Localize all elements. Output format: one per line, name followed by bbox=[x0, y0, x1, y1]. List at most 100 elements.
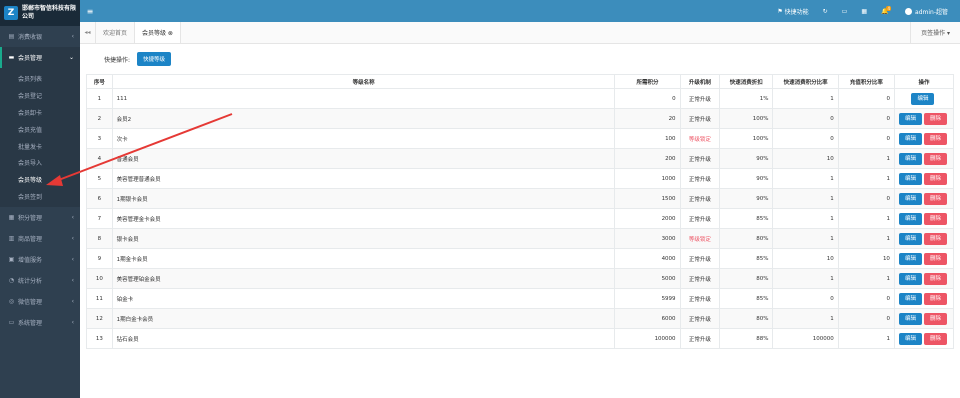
delete-button[interactable]: 删除 bbox=[923, 172, 947, 185]
submenu-member-recharge[interactable]: 会员充值 bbox=[0, 121, 80, 138]
chevron-left-icon: ‹ bbox=[71, 298, 74, 306]
edit-button[interactable]: 编辑 bbox=[898, 232, 922, 245]
submenu-member-import[interactable]: 会员导入 bbox=[0, 154, 80, 171]
cell-discount: 80% bbox=[719, 228, 774, 249]
edit-button[interactable]: 编辑 bbox=[898, 152, 922, 165]
page-tabs: ◂◂ 欢迎首页 会员等级 ⊗ 页签操作 ▾ bbox=[80, 22, 960, 44]
edit-button[interactable]: 编辑 bbox=[898, 292, 922, 305]
quick-level-button[interactable]: 快捷等级 bbox=[137, 52, 172, 66]
table-row: 5 美容管理普通会员 1000 正常升级 90% 1 1 编辑 删除 bbox=[86, 168, 955, 189]
sidebar-item-system[interactable]: ▭ 系统管理 ‹ bbox=[0, 312, 80, 333]
submenu-member-card[interactable]: 会员卸卡 bbox=[0, 104, 80, 121]
page-ops-dropdown[interactable]: 页签操作 ▾ bbox=[910, 22, 960, 43]
monitor-icon[interactable]: ▭ bbox=[842, 8, 848, 15]
cell-index: 8 bbox=[86, 228, 113, 249]
cell-points-ratio: 1 bbox=[772, 268, 839, 289]
chevron-left-icon: ‹ bbox=[71, 256, 74, 264]
cell-points-ratio: 100000 bbox=[772, 328, 839, 349]
sidebar-item-value-added[interactable]: ▣ 增值服务 ‹ bbox=[0, 249, 80, 270]
wechat-icon: ◎ bbox=[8, 298, 15, 306]
edit-button[interactable]: 编辑 bbox=[898, 332, 922, 345]
cell-recharge-ratio: 0 bbox=[837, 88, 895, 109]
sidebar-item-label: 增值服务 bbox=[18, 257, 43, 265]
tab-member-level[interactable]: 会员等级 ⊗ bbox=[135, 22, 181, 43]
cell-points-ratio: 0 bbox=[772, 128, 839, 149]
cell-upgrade: 正常升级 bbox=[679, 188, 721, 209]
delete-button[interactable]: 删除 bbox=[923, 132, 947, 145]
user-menu[interactable]: admin-超管 bbox=[905, 7, 948, 16]
sidebar-item-label: 统计分析 bbox=[18, 278, 43, 286]
chevron-left-icon: ‹ bbox=[71, 214, 74, 222]
cell-actions: 编辑 删除 bbox=[893, 168, 955, 189]
delete-button[interactable]: 删除 bbox=[923, 252, 947, 265]
edit-button[interactable]: 编辑 bbox=[911, 92, 935, 105]
submenu-member-checkin[interactable]: 会员签到 bbox=[0, 188, 80, 205]
delete-button[interactable]: 删除 bbox=[923, 312, 947, 325]
cell-level-name: 美容管理铂金会员 bbox=[111, 268, 616, 289]
tab-welcome[interactable]: 欢迎首页 bbox=[96, 22, 136, 43]
sidebar-item-label: 微信管理 bbox=[18, 299, 43, 307]
cell-discount: 88% bbox=[719, 328, 774, 349]
sidebar-item-members[interactable]: ▬ 会员管理 ⌄ bbox=[0, 47, 80, 68]
submenu-member-register[interactable]: 会员登记 bbox=[0, 87, 80, 104]
delete-button[interactable]: 删除 bbox=[923, 212, 947, 225]
sidebar-item-goods[interactable]: ▥ 商品管理 ‹ bbox=[0, 228, 80, 249]
quick-function-link[interactable]: ⚑ 快捷功能 bbox=[777, 7, 808, 16]
sidebar-item-points[interactable]: ▦ 积分管理 ‹ bbox=[0, 207, 80, 228]
submenu-member-list[interactable]: 会员列表 bbox=[0, 70, 80, 87]
delete-button[interactable]: 删除 bbox=[923, 272, 947, 285]
cell-upgrade: 正常升级 bbox=[679, 268, 721, 289]
delete-button[interactable]: 删除 bbox=[923, 192, 947, 205]
submenu-batch-card[interactable]: 批量发卡 bbox=[0, 138, 80, 155]
cell-upgrade: 正常升级 bbox=[679, 288, 721, 309]
notification-button[interactable]: 🔔 4 bbox=[881, 6, 892, 15]
cell-discount: 100% bbox=[719, 108, 774, 129]
cell-upgrade: 正常升级 bbox=[679, 208, 721, 229]
edit-button[interactable]: 编辑 bbox=[898, 312, 922, 325]
sidebar-item-wechat[interactable]: ◎ 微信管理 ‹ bbox=[0, 291, 80, 312]
menu-toggle-icon[interactable]: ≡ bbox=[80, 7, 100, 16]
cell-actions: 编辑 删除 bbox=[893, 248, 955, 269]
delete-button[interactable]: 删除 bbox=[923, 152, 947, 165]
cell-actions: 编辑 删除 bbox=[893, 128, 955, 149]
edit-button[interactable]: 编辑 bbox=[898, 212, 922, 225]
cell-level-name: 1期白金卡会员 bbox=[111, 308, 616, 329]
edit-button[interactable]: 编辑 bbox=[898, 172, 922, 185]
edit-button[interactable]: 编辑 bbox=[898, 192, 922, 205]
submenu-member-level[interactable]: 会员等级 bbox=[0, 171, 80, 188]
calendar-icon[interactable]: ▦ bbox=[861, 8, 867, 15]
table-row: 6 1期银卡会员 1500 正常升级 90% 1 0 编辑 删除 bbox=[86, 188, 955, 209]
chart-icon: ◔ bbox=[8, 277, 15, 285]
table-row: 10 美容管理铂金会员 5000 正常升级 80% 1 1 编辑 删除 bbox=[86, 268, 955, 289]
cell-recharge-ratio: 1 bbox=[837, 148, 895, 169]
sidebar-item-statistics[interactable]: ◔ 统计分析 ‹ bbox=[0, 270, 80, 291]
cell-level-name: 美容管理金卡会员 bbox=[111, 208, 616, 229]
refresh-icon[interactable]: ↻ bbox=[823, 8, 828, 15]
cell-discount: 90% bbox=[719, 148, 774, 169]
sidebar-item-cashier[interactable]: ▤ 消费收银 ‹ bbox=[0, 26, 80, 47]
edit-button[interactable]: 编辑 bbox=[898, 112, 922, 125]
col-header: 等级名称 bbox=[111, 74, 616, 89]
col-header: 快速消费积分比率 bbox=[772, 74, 839, 89]
cell-level-name: 铂金卡 bbox=[111, 288, 616, 309]
delete-button[interactable]: 删除 bbox=[923, 232, 947, 245]
cell-points-ratio: 0 bbox=[772, 288, 839, 309]
cell-actions: 编辑 删除 bbox=[893, 228, 955, 249]
notification-badge: 4 bbox=[886, 6, 892, 11]
cell-points: 5999 bbox=[614, 288, 681, 309]
delete-button[interactable]: 删除 bbox=[923, 332, 947, 345]
cell-actions: 编辑 删除 bbox=[893, 208, 955, 229]
delete-button[interactable]: 删除 bbox=[923, 112, 947, 125]
cell-points: 100000 bbox=[614, 328, 681, 349]
delete-button[interactable]: 删除 bbox=[923, 292, 947, 305]
tabs-prev-button[interactable]: ◂◂ bbox=[80, 22, 96, 43]
edit-button[interactable]: 编辑 bbox=[898, 132, 922, 145]
cell-index: 13 bbox=[86, 328, 113, 349]
edit-button[interactable]: 编辑 bbox=[898, 272, 922, 285]
brand[interactable]: Z 邯郸市智信科技有限公司 bbox=[0, 0, 80, 26]
brand-name: 邯郸市智信科技有限公司 bbox=[22, 5, 77, 20]
cell-points: 3000 bbox=[614, 228, 681, 249]
cell-points: 200 bbox=[614, 148, 681, 169]
cell-discount: 85% bbox=[719, 248, 774, 269]
edit-button[interactable]: 编辑 bbox=[898, 252, 922, 265]
